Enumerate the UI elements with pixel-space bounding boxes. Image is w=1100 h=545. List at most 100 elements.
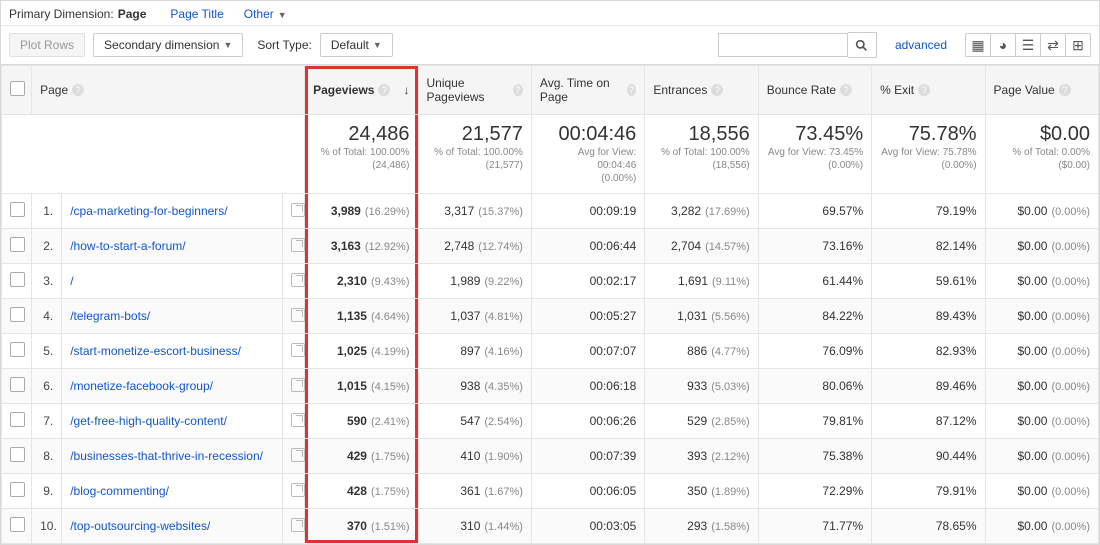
view-performance-icon[interactable]: ☰ <box>1015 34 1040 56</box>
page-link[interactable]: /cpa-marketing-for-beginners/ <box>70 204 227 218</box>
row-index: 6. <box>32 369 62 404</box>
help-icon[interactable]: ? <box>711 84 723 96</box>
table-row: 10./top-outsourcing-websites/370(1.51%)3… <box>2 509 1099 544</box>
row-page: /how-to-start-a-forum/ <box>62 229 283 264</box>
help-icon[interactable]: ? <box>378 84 390 96</box>
help-icon[interactable]: ? <box>1059 84 1071 96</box>
row-unique: 361(1.67%) <box>418 474 531 509</box>
row-checkbox[interactable] <box>2 194 32 229</box>
row-checkbox[interactable] <box>2 439 32 474</box>
header-entrances[interactable]: Entrances? <box>645 66 758 115</box>
row-pageviews: 2,310(9.43%) <box>305 264 418 299</box>
help-icon[interactable]: ? <box>513 84 523 96</box>
header-pageviews[interactable]: Pageviews?↓ <box>305 66 418 115</box>
row-checkbox[interactable] <box>2 474 32 509</box>
checkbox-icon <box>10 412 25 427</box>
external-link-icon <box>291 203 305 217</box>
open-link-button[interactable] <box>283 229 305 264</box>
search-input[interactable] <box>718 33 848 57</box>
open-link-button[interactable] <box>283 299 305 334</box>
view-comparison-icon[interactable]: ⇄ <box>1040 34 1065 56</box>
page-link[interactable]: /telegram-bots/ <box>70 309 150 323</box>
row-unique: 1,037(4.81%) <box>418 299 531 334</box>
chevron-down-icon: ▼ <box>278 10 287 20</box>
view-pie-icon[interactable]: ◕ <box>990 34 1015 56</box>
help-icon[interactable]: ? <box>918 84 930 96</box>
row-entrances: 3,282(17.69%) <box>645 194 758 229</box>
row-exit: 89.46% <box>872 369 985 404</box>
table-row: 9./blog-commenting/428(1.75%)361(1.67%)0… <box>2 474 1099 509</box>
advanced-link[interactable]: advanced <box>895 38 947 52</box>
row-avgtime: 00:02:17 <box>531 264 644 299</box>
row-entrances: 350(1.89%) <box>645 474 758 509</box>
row-checkbox[interactable] <box>2 334 32 369</box>
open-link-button[interactable] <box>283 474 305 509</box>
search-box <box>718 32 877 58</box>
row-page: /start-monetize-escort-business/ <box>62 334 283 369</box>
header-avgtime[interactable]: Avg. Time on Page? <box>531 66 644 115</box>
primary-dimension-bar: Primary Dimension: Page Page Title Other… <box>1 1 1099 26</box>
help-icon[interactable]: ? <box>627 84 637 96</box>
open-link-button[interactable] <box>283 334 305 369</box>
row-value: $0.00(0.00%) <box>985 299 1098 334</box>
help-icon[interactable]: ? <box>72 84 84 96</box>
page-link[interactable]: /blog-commenting/ <box>70 484 169 498</box>
row-checkbox[interactable] <box>2 299 32 334</box>
checkbox-icon <box>10 81 25 96</box>
row-bounce: 84.22% <box>758 299 871 334</box>
open-link-button[interactable] <box>283 404 305 439</box>
row-pageviews: 3,163(12.92%) <box>305 229 418 264</box>
page-link[interactable]: /monetize-facebook-group/ <box>70 379 213 393</box>
help-icon[interactable]: ? <box>840 84 852 96</box>
row-index: 2. <box>32 229 62 264</box>
header-page[interactable]: Page? <box>32 66 305 115</box>
open-link-button[interactable] <box>283 509 305 544</box>
page-link[interactable]: / <box>70 274 73 288</box>
dim-page-title-link[interactable]: Page Title <box>170 7 223 21</box>
row-unique: 1,989(9.22%) <box>418 264 531 299</box>
row-unique: 2,748(12.74%) <box>418 229 531 264</box>
row-checkbox[interactable] <box>2 229 32 264</box>
search-button[interactable] <box>848 32 877 58</box>
row-value: $0.00(0.00%) <box>985 229 1098 264</box>
page-link[interactable]: /start-monetize-escort-business/ <box>70 344 241 358</box>
row-checkbox[interactable] <box>2 509 32 544</box>
open-link-button[interactable] <box>283 369 305 404</box>
header-value[interactable]: Page Value? <box>985 66 1098 115</box>
header-checkbox[interactable] <box>2 66 32 115</box>
sort-type-dropdown[interactable]: Default▼ <box>320 33 393 57</box>
open-link-button[interactable] <box>283 439 305 474</box>
open-link-button[interactable] <box>283 194 305 229</box>
header-unique[interactable]: Unique Pageviews? <box>418 66 531 115</box>
page-link[interactable]: /get-free-high-quality-content/ <box>70 414 227 428</box>
row-exit: 89.43% <box>872 299 985 334</box>
row-value: $0.00(0.00%) <box>985 474 1098 509</box>
table-row: 1./cpa-marketing-for-beginners/3,989(16.… <box>2 194 1099 229</box>
row-checkbox[interactable] <box>2 404 32 439</box>
row-entrances: 293(1.58%) <box>645 509 758 544</box>
open-link-button[interactable] <box>283 264 305 299</box>
view-table-icon[interactable]: ▦ <box>966 34 990 56</box>
table-row: 5./start-monetize-escort-business/1,025(… <box>2 334 1099 369</box>
view-pivot-icon[interactable]: ⊞ <box>1065 34 1090 56</box>
row-checkbox[interactable] <box>2 369 32 404</box>
row-unique: 897(4.16%) <box>418 334 531 369</box>
row-checkbox[interactable] <box>2 264 32 299</box>
row-index: 10. <box>32 509 62 544</box>
row-avgtime: 00:05:27 <box>531 299 644 334</box>
row-avgtime: 00:09:19 <box>531 194 644 229</box>
plot-rows-button[interactable]: Plot Rows <box>9 33 85 57</box>
dim-other-link[interactable]: Other▼ <box>244 7 287 21</box>
row-exit: 82.14% <box>872 229 985 264</box>
external-link-icon <box>291 378 305 392</box>
page-link[interactable]: /top-outsourcing-websites/ <box>70 519 210 533</box>
checkbox-icon <box>10 482 25 497</box>
secondary-dimension-dropdown[interactable]: Secondary dimension▼ <box>93 33 243 57</box>
page-link[interactable]: /how-to-start-a-forum/ <box>70 239 185 253</box>
primary-dimension-value[interactable]: Page <box>118 7 147 21</box>
row-value: $0.00(0.00%) <box>985 194 1098 229</box>
header-bounce[interactable]: Bounce Rate? <box>758 66 871 115</box>
external-link-icon <box>291 273 305 287</box>
header-exit[interactable]: % Exit? <box>872 66 985 115</box>
page-link[interactable]: /businesses-that-thrive-in-recession/ <box>70 449 263 463</box>
